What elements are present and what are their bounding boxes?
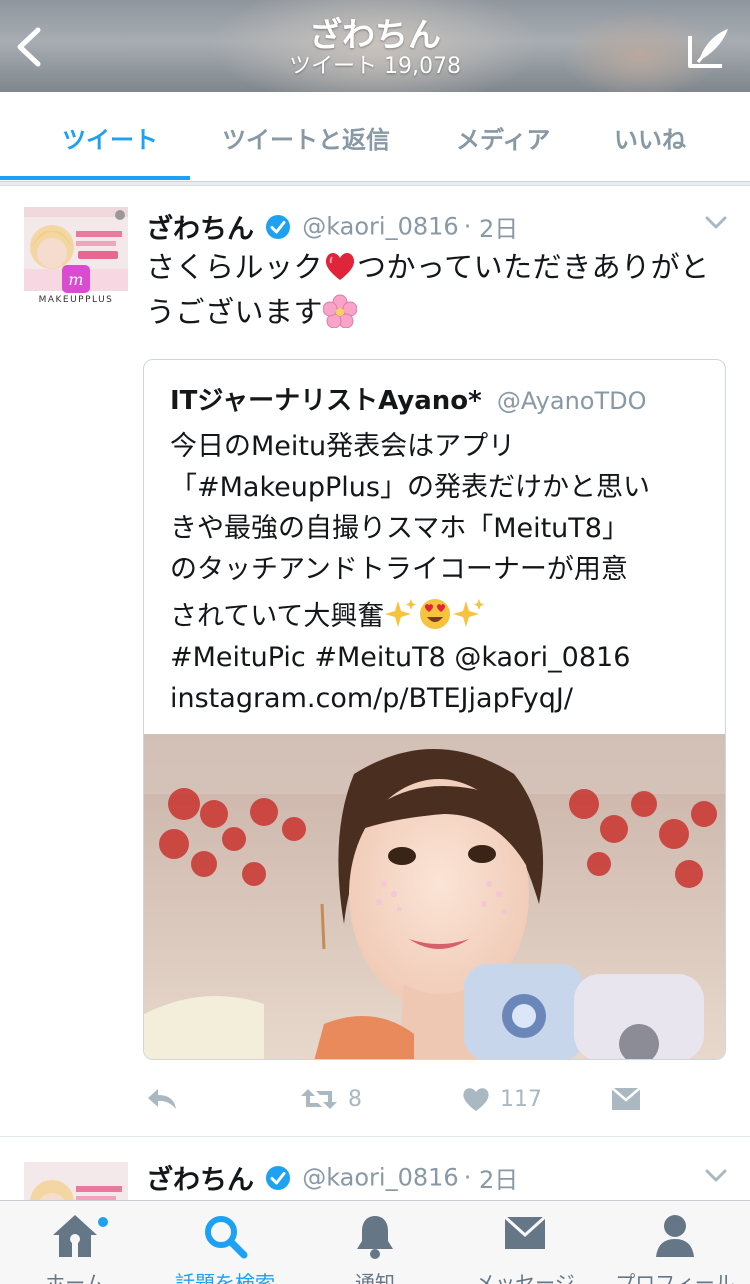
tweet-author-line: ざわちん @kaori_0816 · 2日 bbox=[146, 1163, 519, 1197]
tweet-actions: 8 117 bbox=[146, 1077, 706, 1121]
compose-icon bbox=[688, 29, 728, 68]
author-handle: @kaori_0816 bbox=[302, 212, 459, 241]
tab-media[interactable]: メディア bbox=[456, 120, 550, 155]
reply-button[interactable] bbox=[146, 1077, 178, 1121]
nav-search[interactable]: 話題を検索 bbox=[150, 1201, 300, 1284]
quoted-tweet[interactable]: ITジャーナリストAyano* @AyanoTDO 今日のMeitu発表会はアプ… bbox=[143, 359, 726, 1060]
retweet-count: 8 bbox=[348, 1086, 362, 1112]
reply-icon bbox=[148, 1089, 176, 1109]
nav-messages-label: メッセージ bbox=[475, 1271, 575, 1284]
profile-tabs: ツイート ツイートと返信 メディア いいね bbox=[0, 92, 750, 182]
heart-icon bbox=[463, 1088, 489, 1111]
profile-icon bbox=[656, 1215, 694, 1257]
like-count: 117 bbox=[500, 1086, 542, 1112]
tweet-author-line: ざわちん @kaori_0816 · 2日 bbox=[146, 212, 519, 246]
bottom-tab-bar: ホーム 話題を検索 通知 メッセージ プロフィール bbox=[0, 1200, 750, 1284]
author-name[interactable]: ざわちん bbox=[146, 1165, 254, 1196]
notification-dot bbox=[96, 1215, 110, 1229]
svg-text:m: m bbox=[68, 270, 83, 289]
sparkles-icon bbox=[385, 599, 417, 627]
nav-search-label: 話題を検索 bbox=[175, 1271, 275, 1284]
nav-profile-label: プロフィール bbox=[615, 1271, 735, 1284]
nav-notifications-label: 通知 bbox=[355, 1271, 395, 1284]
compose-tweet-button[interactable] bbox=[686, 26, 732, 70]
chevron-down-icon bbox=[705, 216, 727, 229]
nav-profile[interactable]: プロフィール bbox=[600, 1201, 750, 1284]
red-heart-icon bbox=[325, 252, 355, 280]
nav-home-label: ホーム bbox=[45, 1271, 105, 1284]
verified-badge-icon bbox=[266, 214, 291, 239]
quoted-author-handle: @AyanoTDO bbox=[496, 387, 647, 415]
heart-eyes-face-icon bbox=[420, 599, 451, 629]
profile-header: ざわちん ツイート 19,078 bbox=[0, 0, 750, 92]
active-tab-indicator bbox=[0, 176, 190, 180]
divider bbox=[0, 182, 750, 186]
nav-messages[interactable]: メッセージ bbox=[450, 1201, 600, 1284]
quoted-tweet-text: 今日のMeitu発表会はアプリ 「#MakeupPlus」の発表だけかと思い き… bbox=[170, 431, 650, 714]
avatar[interactable]: m MAKEUPPLUS bbox=[24, 207, 128, 311]
nav-home[interactable]: ホーム bbox=[0, 1201, 150, 1284]
verified-badge-icon bbox=[266, 1165, 291, 1190]
home-icon bbox=[53, 1215, 97, 1257]
tweet-time: 2日 bbox=[479, 1166, 519, 1194]
avatar-brand-text: MAKEUPPLUS bbox=[38, 295, 114, 305]
retweet-icon bbox=[301, 1089, 337, 1109]
tweet-time: 2日 bbox=[479, 215, 519, 243]
tweet-menu-button[interactable] bbox=[704, 1164, 728, 1188]
bell-icon bbox=[357, 1216, 393, 1259]
envelope-icon bbox=[611, 1087, 641, 1110]
tab-tweets-and-replies[interactable]: ツイートと返信 bbox=[222, 120, 390, 155]
quoted-author-name: ITジャーナリストAyano* bbox=[170, 386, 482, 416]
search-icon bbox=[205, 1216, 248, 1259]
tweet-text: さくらルック つかっていただきありがと うございます bbox=[146, 250, 710, 329]
tab-likes[interactable]: いいね bbox=[614, 120, 686, 155]
tweet[interactable]: m MAKEUPPLUS ざわちん @kaori_0816 · 2日 さくらルッ… bbox=[0, 187, 750, 1137]
tweet-menu-button[interactable] bbox=[704, 211, 728, 235]
tab-tweets[interactable]: ツイート bbox=[62, 120, 158, 155]
chevron-down-icon bbox=[705, 1169, 727, 1182]
retweet-button[interactable]: 8 bbox=[300, 1077, 362, 1121]
cherry-blossom-icon bbox=[323, 294, 358, 328]
nav-notifications[interactable]: 通知 bbox=[300, 1201, 450, 1284]
direct-message-button[interactable] bbox=[610, 1077, 642, 1121]
author-handle: @kaori_0816 bbox=[302, 1163, 459, 1192]
author-name[interactable]: ざわちん bbox=[146, 214, 254, 245]
quoted-tweet-photo[interactable] bbox=[144, 734, 725, 1059]
like-button[interactable]: 117 bbox=[462, 1077, 542, 1121]
header-tweet-count: ツイート 19,078 bbox=[289, 54, 461, 79]
mail-icon bbox=[503, 1215, 547, 1249]
sparkles-icon bbox=[453, 599, 485, 627]
